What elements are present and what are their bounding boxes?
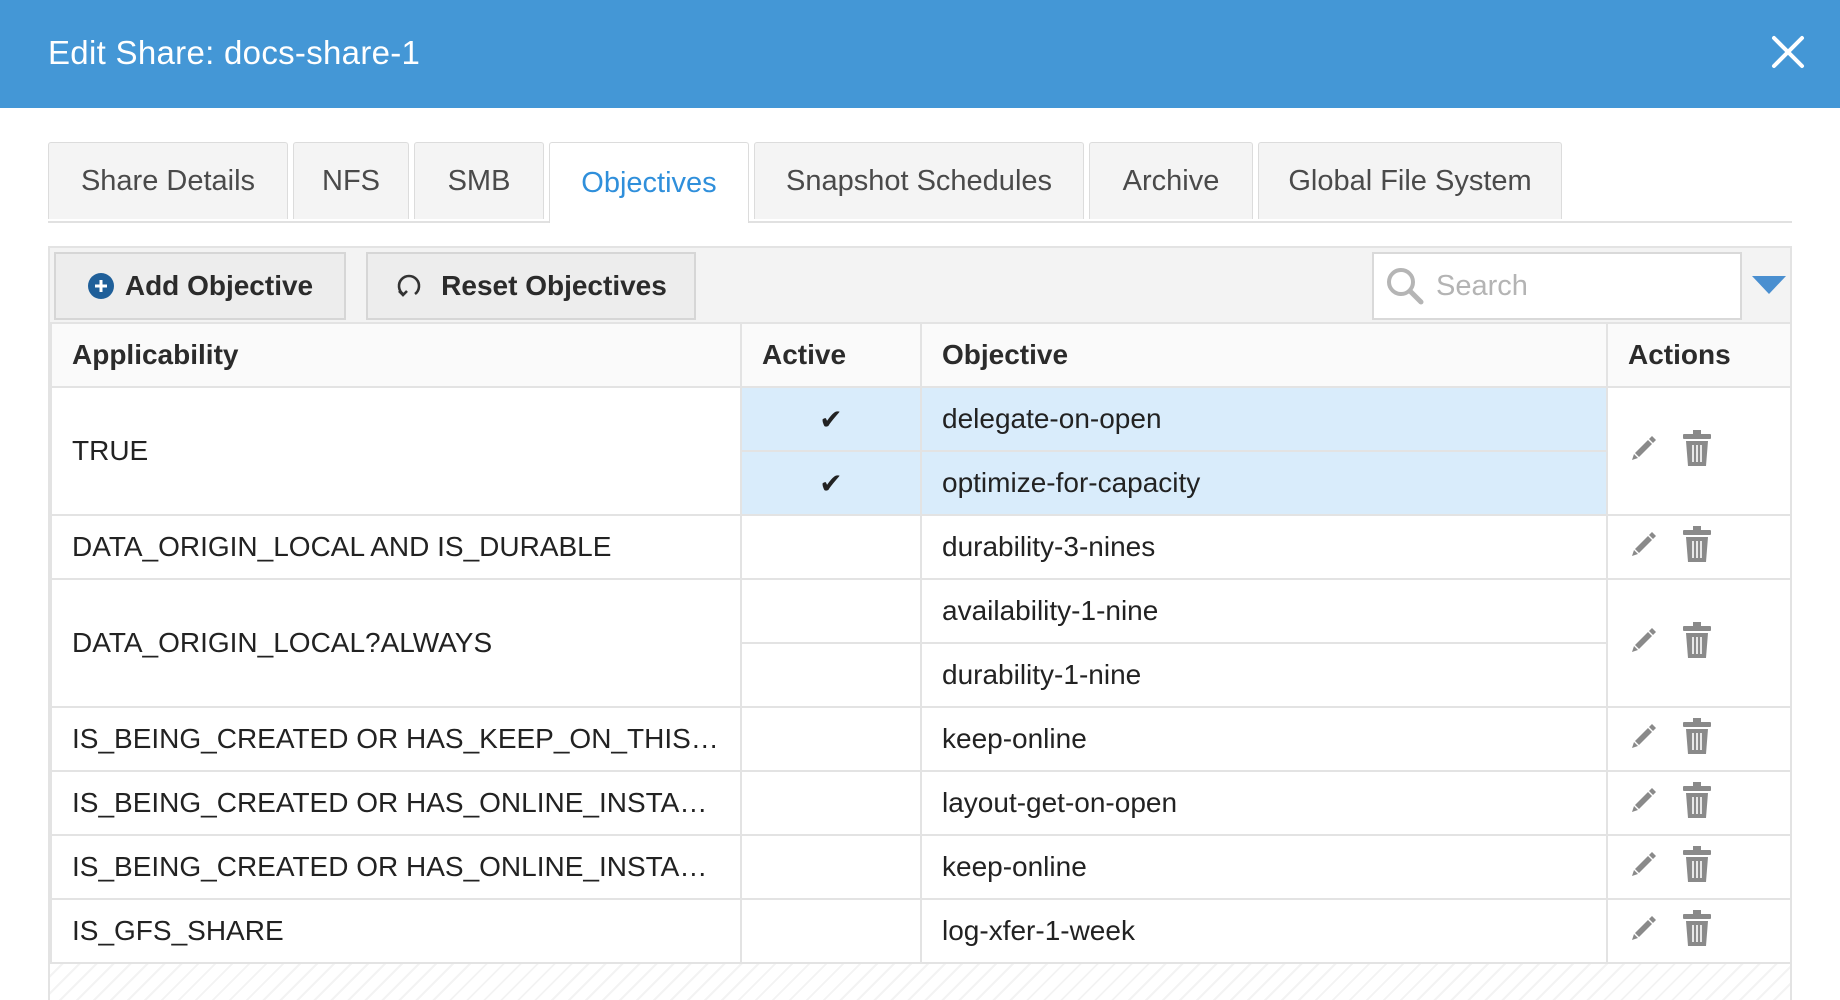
close-icon[interactable] <box>1762 26 1814 78</box>
trash-icon[interactable] <box>1682 621 1712 666</box>
active-cell <box>740 834 922 900</box>
applicability-cell: IS_BEING_CREATED OR HAS_ONLINE_INSTANCE … <box>50 834 742 900</box>
tab-label: Global File System <box>1288 164 1532 197</box>
actions-cell <box>1606 386 1792 516</box>
pencil-icon[interactable] <box>1628 721 1658 758</box>
reset-objectives-button[interactable]: Reset Objectives <box>366 252 696 320</box>
search-box <box>1372 252 1742 320</box>
active-cell <box>740 514 922 580</box>
pencil-icon[interactable] <box>1628 625 1658 662</box>
table-row[interactable]: IS_BEING_CREATED OR HAS_KEEP_ON_THIS_SIT… <box>50 706 1792 772</box>
actions-cell <box>1606 706 1792 772</box>
objective-cell: keep-online <box>920 834 1608 900</box>
tab-snapshot-schedules[interactable]: Snapshot Schedules <box>754 142 1084 219</box>
actions-cell <box>1606 834 1792 900</box>
table-row[interactable]: IS_BEING_CREATED OR HAS_ONLINE_INSTANCE … <box>50 834 1792 900</box>
active-cell: ✔ <box>740 450 922 516</box>
table-row[interactable]: IS_BEING_CREATED OR HAS_ONLINE_INSTANCE l… <box>50 770 1792 836</box>
table-header-row: Applicability Active Objective Actions <box>50 322 1792 388</box>
pencil-icon[interactable] <box>1628 529 1658 566</box>
tab-smb[interactable]: SMB <box>414 142 544 219</box>
objectives-table: Applicability Active Objective Actions T… <box>50 322 1792 964</box>
trash-icon[interactable] <box>1682 525 1712 570</box>
table-row[interactable]: TRUE ✔ delegate-on-open <box>50 386 1792 516</box>
table-row[interactable]: DATA_ORIGIN_LOCAL AND IS_DURABLE durabili… <box>50 514 1792 580</box>
add-objective-button[interactable]: Add Objective <box>54 252 346 320</box>
applicability-cell: IS_BEING_CREATED OR HAS_KEEP_ON_THIS_SIT… <box>50 706 742 772</box>
column-header-actions: Actions <box>1606 322 1792 388</box>
pencil-icon[interactable] <box>1628 849 1658 886</box>
objective-cell: durability-1-nine <box>920 642 1608 708</box>
objective-cell: log-xfer-1-week <box>920 898 1608 964</box>
active-cell <box>740 898 922 964</box>
add-objective-label: Add Objective <box>124 270 314 301</box>
actions-cell <box>1606 578 1792 708</box>
active-cell: ✔ <box>740 386 922 452</box>
chevron-down-icon[interactable] <box>1750 270 1788 300</box>
tab-nfs[interactable]: NFS <box>293 142 409 219</box>
applicability-cell: TRUE <box>50 386 742 516</box>
actions-cell <box>1606 770 1792 836</box>
objective-cell: durability-3-nines <box>920 514 1608 580</box>
applicability-cell: IS_GFS_SHARE <box>50 898 742 964</box>
tab-label: NFS <box>322 164 380 197</box>
trash-icon[interactable] <box>1682 909 1712 954</box>
search-icon <box>1384 265 1426 307</box>
active-cell <box>740 770 922 836</box>
objective-cell: keep-online <box>920 706 1608 772</box>
objective-cell: delegate-on-open <box>920 386 1608 452</box>
active-cell <box>740 642 922 708</box>
search-input[interactable] <box>1434 268 1728 304</box>
pencil-icon[interactable] <box>1628 433 1658 470</box>
actions-cell <box>1606 898 1792 964</box>
trash-icon[interactable] <box>1682 845 1712 890</box>
pencil-icon[interactable] <box>1628 785 1658 822</box>
column-header-active[interactable]: Active <box>740 322 922 388</box>
tab-label: Objectives <box>581 166 717 199</box>
objectives-panel: Add Objective Reset Objectives Search Ap… <box>48 246 1792 1000</box>
trash-icon[interactable] <box>1682 429 1712 474</box>
tab-global-file-system[interactable]: Global File System <box>1258 142 1562 219</box>
reset-objectives-label: Reset Objectives <box>441 270 667 301</box>
pencil-icon[interactable] <box>1628 913 1658 950</box>
tab-label: Snapshot Schedules <box>785 164 1053 197</box>
tab-objectives[interactable]: Objectives <box>549 142 749 223</box>
actions-cell <box>1606 514 1792 580</box>
applicability-cell: DATA_ORIGIN_LOCAL AND IS_DURABLE <box>50 514 742 580</box>
objective-cell: layout-get-on-open <box>920 770 1608 836</box>
tab-label: SMB <box>447 164 511 197</box>
table-row[interactable]: IS_GFS_SHARE log-xfer-1-week <box>50 898 1792 964</box>
trash-icon[interactable] <box>1682 781 1712 826</box>
active-cell <box>740 578 922 644</box>
dialog-title: Edit Share: docs-share-1 <box>48 34 421 71</box>
dialog-header: Edit Share: docs-share-1 <box>0 0 1840 108</box>
objective-cell: availability-1-nine <box>920 578 1608 644</box>
refresh-icon <box>395 272 423 300</box>
active-cell <box>740 706 922 772</box>
table-body: TRUE ✔ delegate-on-open ✔ optimize-for-capac… <box>50 386 1792 964</box>
tab-label: Share Details <box>80 164 256 197</box>
objective-cell: optimize-for-capacity <box>920 450 1608 516</box>
trash-icon[interactable] <box>1682 717 1712 762</box>
column-header-objective[interactable]: Objective <box>920 322 1608 388</box>
applicability-cell: IS_BEING_CREATED OR HAS_ONLINE_INSTANCE <box>50 770 742 836</box>
applicability-cell: DATA_ORIGIN_LOCAL?ALWAYS <box>50 578 742 708</box>
table-row[interactable]: DATA_ORIGIN_LOCAL?ALWAYS availability-1-n… <box>50 578 1792 708</box>
tab-archive[interactable]: Archive <box>1089 142 1253 219</box>
tab-label: Archive <box>1122 164 1220 197</box>
toolbar: Add Objective Reset Objectives <box>50 248 1790 323</box>
tab-share-details[interactable]: Share Details <box>48 142 288 219</box>
plus-circle-icon <box>87 272 115 300</box>
tab-bar: Share Details NFS SMB Objectives Snapsho… <box>48 142 1792 223</box>
column-header-applicability[interactable]: Applicability <box>50 322 742 388</box>
